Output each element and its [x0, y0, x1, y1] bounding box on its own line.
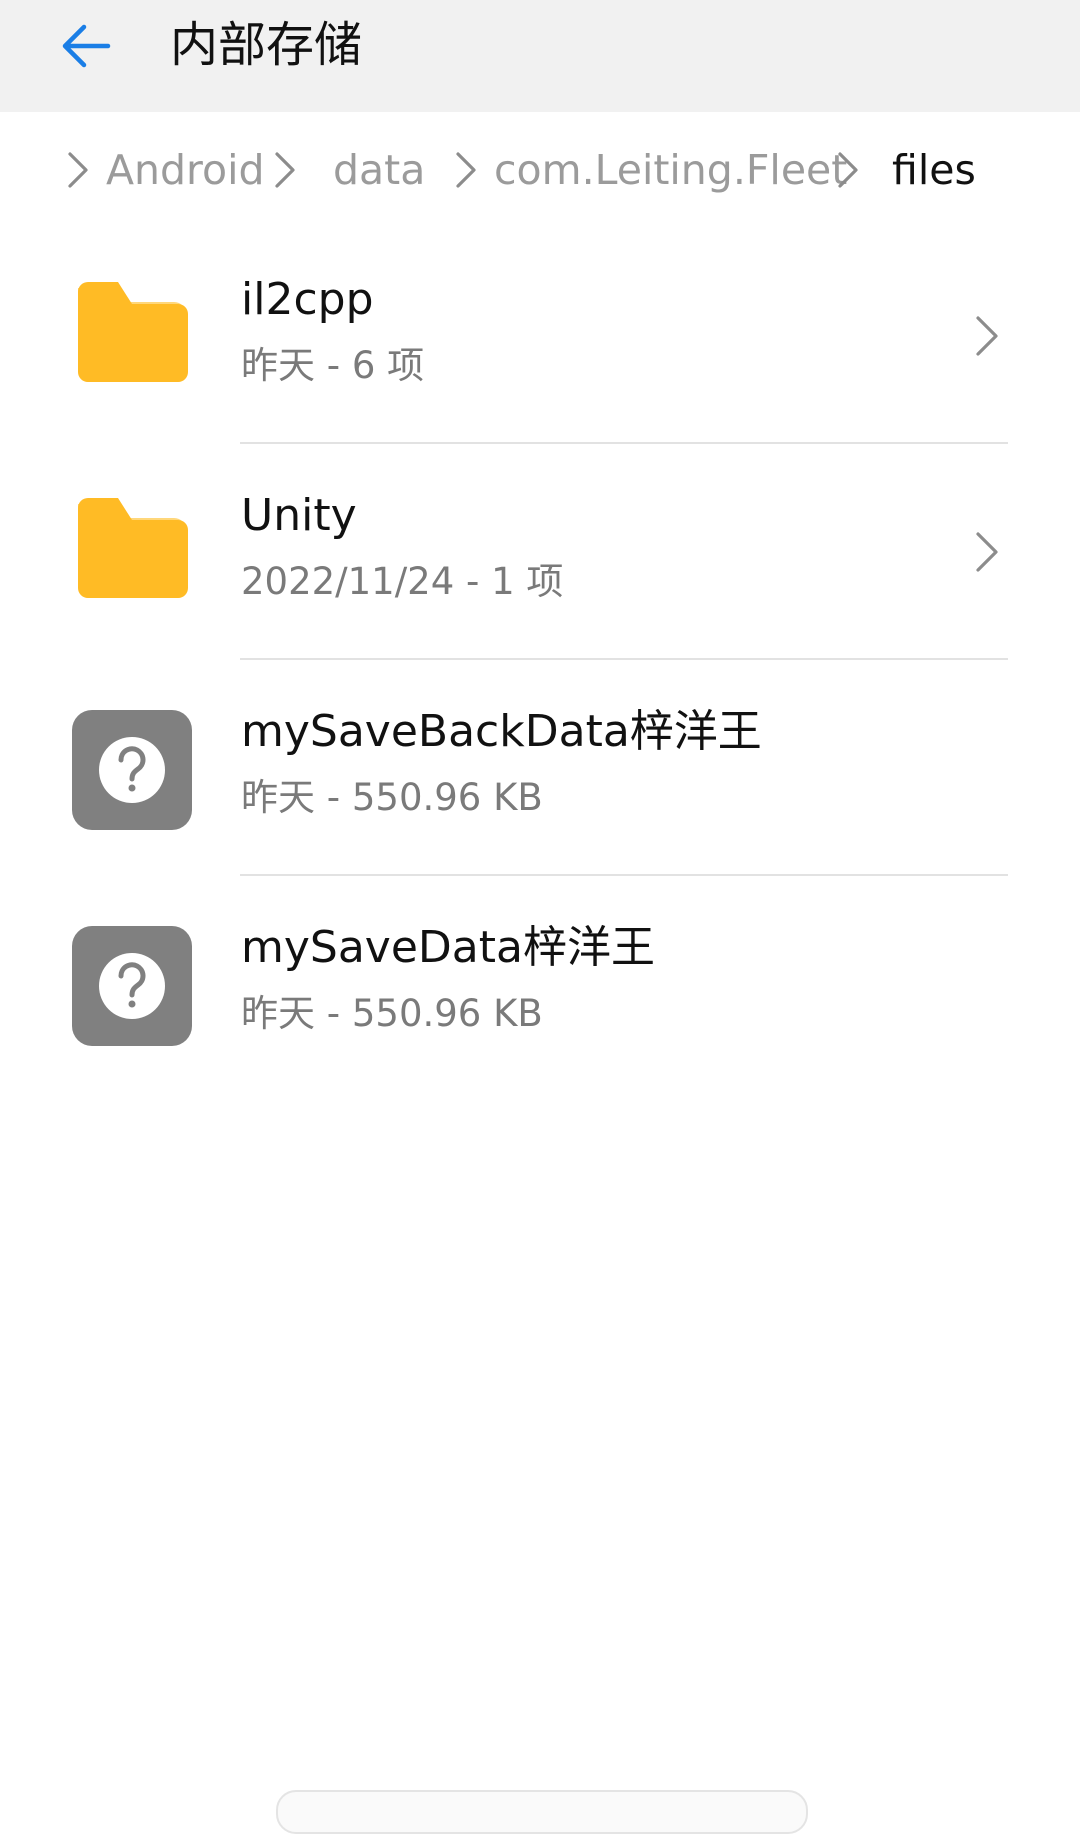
- file-list: il2cpp 昨天 - 6 项 Unity 2022/11/24 - 1 项 m…: [0, 228, 1080, 1092]
- breadcrumb: Android data com.Leiting.Fleet files: [0, 112, 1080, 228]
- breadcrumb-label: com.Leiting.Fleet: [494, 146, 848, 194]
- file-meta: 昨天 - 6 项: [241, 344, 425, 387]
- app-bar: 内部存储: [0, 0, 1080, 112]
- list-item[interactable]: Unity 2022/11/24 - 1 项: [0, 444, 1080, 660]
- breadcrumb-label: Android: [106, 146, 265, 194]
- gesture-nav-bar[interactable]: [276, 1790, 808, 1834]
- breadcrumb-label: data: [333, 146, 426, 194]
- chevron-right-icon: [976, 532, 998, 572]
- unknown-file-icon: [72, 926, 192, 1046]
- page-title: 内部存储: [170, 17, 363, 73]
- chevron-right-icon: [976, 316, 998, 356]
- list-item[interactable]: mySaveData梓洋王 昨天 - 550.96 KB: [0, 876, 1080, 1092]
- chevron-right-icon: [275, 152, 295, 188]
- list-item[interactable]: mySaveBackData梓洋王 昨天 - 550.96 KB: [0, 660, 1080, 876]
- folder-icon: [78, 282, 188, 382]
- unknown-file-icon: [72, 710, 192, 830]
- chevron-right-icon: [68, 152, 88, 188]
- file-meta: 2022/11/24 - 1 项: [241, 560, 564, 603]
- file-name: mySaveBackData梓洋王: [241, 706, 762, 757]
- file-meta: 昨天 - 550.96 KB: [241, 992, 543, 1035]
- breadcrumb-item-android[interactable]: Android: [64, 142, 265, 198]
- breadcrumb-label: files: [892, 146, 976, 194]
- file-meta: 昨天 - 550.96 KB: [241, 776, 543, 819]
- file-name: Unity: [241, 490, 357, 541]
- back-button[interactable]: [40, 0, 132, 92]
- folder-icon: [78, 498, 188, 598]
- breadcrumb-item-files[interactable]: files: [834, 142, 976, 198]
- file-name: il2cpp: [241, 274, 374, 325]
- breadcrumb-item-com-leiting-fleet[interactable]: com.Leiting.Fleet: [452, 142, 847, 198]
- list-item[interactable]: il2cpp 昨天 - 6 项: [0, 228, 1080, 444]
- back-arrow-icon: [62, 24, 111, 68]
- chevron-right-icon: [456, 152, 476, 188]
- file-name: mySaveData梓洋王: [241, 922, 655, 973]
- breadcrumb-item-data[interactable]: data: [271, 142, 425, 198]
- chevron-right-icon: [838, 152, 858, 188]
